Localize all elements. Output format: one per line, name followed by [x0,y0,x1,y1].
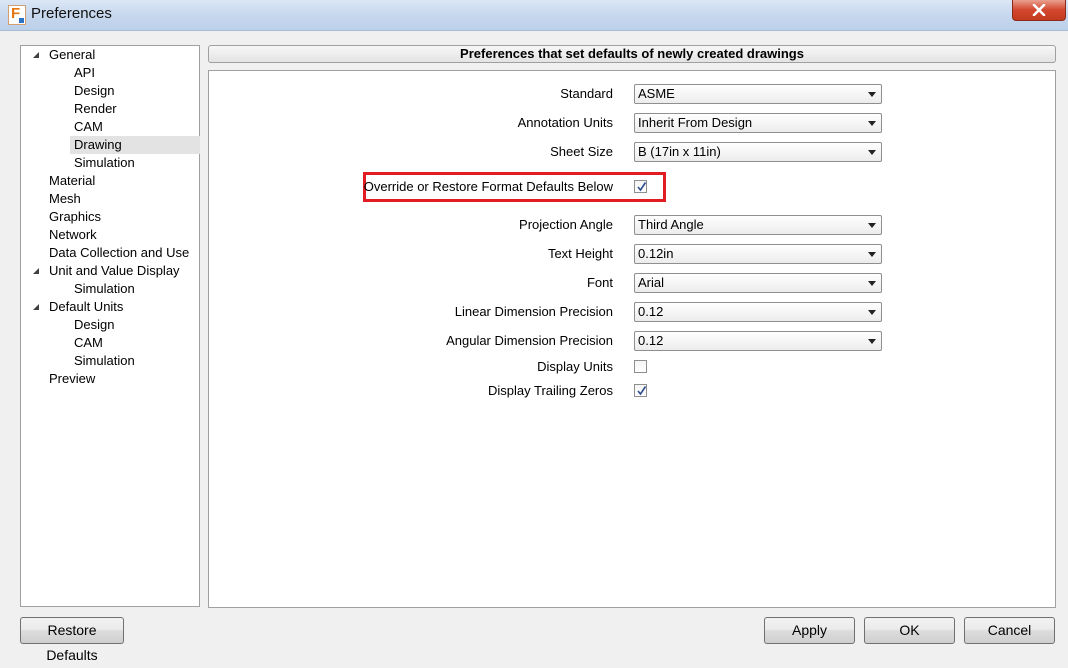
tree-item-material[interactable]: Material [49,172,95,190]
projection-angle-select[interactable]: Third Angle [634,215,882,235]
tree-item-mesh[interactable]: Mesh [49,190,81,208]
display-units-checkbox[interactable] [634,360,647,373]
text-height-label: Text Height [547,246,613,261]
text-height-value: 0.12in [638,246,674,261]
tree-item-simulation[interactable]: Simulation [74,352,135,370]
annotation-units-value: Inherit From Design [638,115,753,130]
dropdown-arrow-icon [868,310,876,315]
tree-item-network[interactable]: Network [49,226,97,244]
tree-item-drawing[interactable]: Drawing [70,136,200,154]
dropdown-arrow-icon [868,252,876,257]
dropdown-arrow-icon [868,92,876,97]
apply-button[interactable]: Apply [764,617,855,644]
font-label: Font [586,275,613,290]
projection-angle-label: Projection Angle [519,217,613,232]
dropdown-arrow-icon [868,223,876,228]
drawing-preferences-panel: Standard ASME Annotation Units Inherit F… [208,70,1056,608]
checkmark-icon [637,182,647,192]
tree-item-design[interactable]: Design [74,82,114,100]
tree-item-general[interactable]: General [49,46,95,64]
projection-angle-value: Third Angle [638,217,704,232]
display-trailing-zeros-label: Display Trailing Zeros [488,383,613,398]
tree-item-default-units[interactable]: Default Units [49,298,123,316]
display-trailing-zeros-checkbox[interactable] [634,384,647,397]
dropdown-arrow-icon [868,339,876,344]
tree-item-simulation[interactable]: Simulation [74,154,135,172]
font-select[interactable]: Arial [634,273,882,293]
angular-precision-select[interactable]: 0.12 [634,331,882,351]
linear-precision-value: 0.12 [638,304,664,319]
panel-header: Preferences that set defaults of newly c… [208,45,1056,63]
tree-item-simulation[interactable]: Simulation [74,280,135,298]
linear-precision-label: Linear Dimension Precision [454,304,613,319]
title-bar: F Preferences [0,0,1068,31]
close-button[interactable] [1012,0,1066,21]
tree-item-cam[interactable]: CAM [74,334,103,352]
cancel-button[interactable]: Cancel [964,617,1055,644]
sheet-size-value: B (17in x 11in) [638,144,721,159]
text-height-select[interactable]: 0.12in [634,244,882,264]
annotation-units-select[interactable]: Inherit From Design [634,113,882,133]
angular-precision-label: Angular Dimension Precision [446,333,613,348]
app-icon: F [8,5,26,25]
tree-item-design[interactable]: Design [74,316,114,334]
annotation-units-label: Annotation Units [517,115,613,130]
tree-item-graphics[interactable]: Graphics [49,208,101,226]
linear-precision-select[interactable]: 0.12 [634,302,882,322]
checkmark-icon [637,386,647,396]
sheet-size-select[interactable]: B (17in x 11in) [634,142,882,162]
standard-value: ASME [638,86,675,101]
tree-item-data-collection[interactable]: Data Collection and Use [49,244,189,262]
dropdown-arrow-icon [868,281,876,286]
display-units-label: Display Units [537,359,613,374]
standard-select[interactable]: ASME [634,84,882,104]
preferences-tree: General API Design Render CAM Drawing Si… [20,45,200,607]
restore-defaults-button[interactable]: Restore Defaults [20,617,124,663]
tree-item-api[interactable]: API [74,64,95,82]
tree-item-cam[interactable]: CAM [74,118,103,136]
angular-precision-value: 0.12 [638,333,664,348]
close-icon [1032,4,1046,16]
tree-item-unit-value-display[interactable]: Unit and Value Display [49,262,180,280]
dropdown-arrow-icon [868,121,876,126]
window-title: Preferences [31,5,112,22]
font-value: Arial [638,275,665,290]
ok-button[interactable]: OK [864,617,955,644]
tree-item-render[interactable]: Render [74,100,117,118]
tree-item-preview[interactable]: Preview [49,370,95,388]
standard-label: Standard [560,86,613,101]
dropdown-arrow-icon [868,150,876,155]
override-format-label: Override or Restore Format Defaults Belo… [363,179,613,194]
override-format-checkbox[interactable] [634,180,647,193]
sheet-size-label: Sheet Size [550,144,613,159]
